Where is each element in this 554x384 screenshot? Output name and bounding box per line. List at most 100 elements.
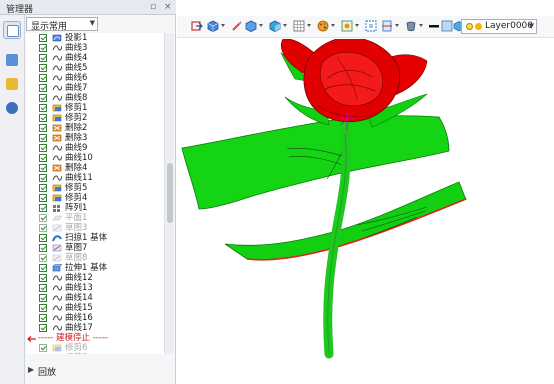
visibility-checkbox[interactable] (39, 154, 47, 162)
visibility-checkbox[interactable] (39, 254, 47, 262)
tree-item[interactable]: 曲线13 (26, 283, 164, 293)
visibility-checkbox[interactable] (39, 134, 47, 142)
3d-viewport[interactable] (177, 36, 554, 384)
color-palette-dropdown[interactable] (331, 24, 335, 27)
visibility-checkbox[interactable] (39, 174, 47, 182)
render-mode-icon[interactable] (269, 20, 281, 32)
modeling-stop-marker[interactable]: ----- 建模停止 ----- (26, 333, 164, 343)
visibility-checkbox[interactable] (39, 214, 47, 222)
tree-item[interactable]: 曲线10 (26, 153, 164, 163)
user-tab[interactable] (3, 99, 21, 117)
tree-item[interactable]: 曲线8 (26, 93, 164, 103)
tree-item[interactable]: 曲线15 (26, 303, 164, 313)
render-mode-dropdown[interactable] (283, 24, 287, 27)
visibility-checkbox[interactable] (39, 84, 47, 92)
layer-select[interactable]: Layer0000 ▼ (461, 19, 537, 34)
tree-item[interactable]: 扫掠1 基体 (26, 233, 164, 243)
tree-item[interactable]: 曲线11 (26, 173, 164, 183)
section-view-icon[interactable] (381, 20, 393, 32)
pick-filter-icon[interactable] (231, 20, 243, 32)
section-view-dropdown[interactable] (395, 24, 399, 27)
tree-item[interactable]: 曲线7 (26, 83, 164, 93)
tree-item[interactable]: 曲线17 (26, 323, 164, 333)
color-palette-icon[interactable] (317, 20, 329, 32)
tree-item[interactable]: 草图8 (26, 253, 164, 263)
shaded-box-dropdown[interactable] (259, 24, 263, 27)
visibility-checkbox[interactable] (39, 324, 47, 332)
line-style-icon[interactable] (428, 20, 440, 32)
visibility-checkbox[interactable] (39, 74, 47, 82)
visibility-checkbox[interactable] (39, 304, 47, 312)
tree-item[interactable]: 曲线3 (26, 43, 164, 53)
tree-item[interactable]: 修剪1 (26, 103, 164, 113)
visibility-checkbox[interactable] (39, 204, 47, 212)
shaded-box-icon[interactable] (245, 20, 257, 32)
properties-tab[interactable] (3, 75, 21, 93)
visibility-checkbox[interactable] (39, 164, 47, 172)
visibility-checkbox[interactable] (39, 114, 47, 122)
visibility-checkbox[interactable] (39, 314, 47, 322)
tree-item[interactable]: 草图7 (26, 243, 164, 253)
tree-item[interactable]: 修剪7 (26, 353, 164, 354)
close-icon[interactable]: × (164, 2, 172, 12)
tree-item[interactable]: 阵列1 (26, 203, 164, 213)
visibility-checkbox[interactable] (39, 194, 47, 202)
visibility-checkbox[interactable] (39, 234, 47, 242)
exit-sketch-icon[interactable] (191, 20, 203, 32)
tree-item[interactable]: 修剪4 (26, 193, 164, 203)
tree-item[interactable]: 修剪6 (26, 343, 164, 353)
visibility-checkbox[interactable] (39, 274, 47, 282)
visibility-checkbox[interactable] (39, 244, 47, 252)
stop-arrow-icon[interactable] (26, 335, 36, 342)
visibility-checkbox[interactable] (39, 64, 47, 72)
tree-item[interactable]: 曲线14 (26, 293, 164, 303)
replay-section[interactable]: ▶ 回放 (26, 364, 174, 378)
array-icon (52, 204, 62, 212)
tree-item[interactable]: 曲线6 (26, 73, 164, 83)
tree-item[interactable]: 投影1 (26, 33, 164, 43)
tree-item[interactable]: 曲线12 (26, 273, 164, 283)
view-cube-icon[interactable] (207, 20, 219, 32)
grid-dropdown[interactable] (307, 24, 311, 27)
snap-dropdown[interactable] (355, 24, 359, 27)
tree-item[interactable]: 删除3 (26, 133, 164, 143)
visibility-checkbox[interactable] (39, 104, 47, 112)
tree-item[interactable]: 拉伸1 基体 (26, 263, 164, 273)
visibility-checkbox[interactable] (39, 44, 47, 52)
tree-item[interactable]: 修剪5 (26, 183, 164, 193)
visibility-checkbox[interactable] (39, 284, 47, 292)
tree-item[interactable]: 曲线9 (26, 143, 164, 153)
visibility-checkbox[interactable] (39, 94, 47, 102)
zoom-window-icon[interactable] (365, 20, 377, 32)
scroll-thumb[interactable] (167, 163, 173, 223)
visibility-checkbox[interactable] (39, 124, 47, 132)
pin-icon[interactable]: ▫ (150, 2, 156, 12)
visibility-checkbox[interactable] (39, 184, 47, 192)
tree-item[interactable]: 曲线4 (26, 53, 164, 63)
tree-item[interactable]: 草图3 (26, 223, 164, 233)
visibility-checkbox[interactable] (39, 54, 47, 62)
view-cube-dropdown[interactable] (221, 24, 225, 27)
feature-tree-tab[interactable] (3, 21, 21, 39)
tree-item[interactable]: 修剪2 (26, 113, 164, 123)
tree-item[interactable]: 删除4 (26, 163, 164, 173)
tree-item[interactable]: 曲线16 (26, 313, 164, 323)
visibility-checkbox[interactable] (39, 144, 47, 152)
visibility-checkbox[interactable] (39, 344, 47, 352)
assembly-tab[interactable] (3, 51, 21, 69)
visibility-checkbox[interactable] (39, 264, 47, 272)
filter-dropdown[interactable]: 显示常用 ▼ (26, 17, 98, 32)
tree-item[interactable]: 删除2 (26, 123, 164, 133)
tree-item[interactable]: 曲线5 (26, 63, 164, 73)
tree-scrollbar[interactable] (164, 33, 174, 354)
background-icon[interactable] (441, 20, 453, 32)
visibility-checkbox[interactable] (39, 34, 47, 42)
visibility-checkbox[interactable] (39, 224, 47, 232)
material-icon[interactable] (405, 20, 417, 32)
grid-icon[interactable] (293, 20, 305, 32)
snap-icon[interactable] (341, 20, 353, 32)
visibility-checkbox[interactable] (39, 294, 47, 302)
material-dropdown[interactable] (419, 24, 423, 27)
tree-item[interactable]: 平面1 (26, 213, 164, 223)
tree-item-label: 曲线5 (65, 63, 88, 73)
